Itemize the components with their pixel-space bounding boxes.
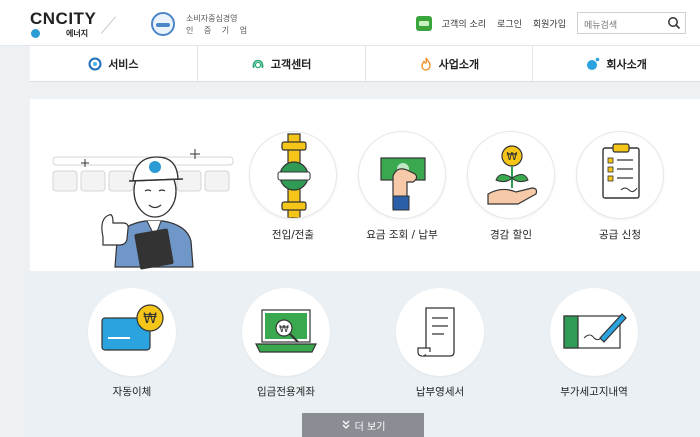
service-vat-notice-label: 부가세고지내역 — [560, 386, 628, 398]
site-header: CNCITY 에너지 소비자중심경영 인 증 기 업 고객의 소리 로그인 회원… — [0, 0, 700, 46]
logo-divider — [101, 16, 116, 34]
gas-pipe-icon — [277, 133, 311, 218]
double-chevron-down-icon — [342, 420, 350, 429]
svg-text:₩: ₩ — [143, 311, 157, 327]
laptop-won-icon: ₩ — [255, 309, 317, 353]
certification-badge-icon — [151, 12, 175, 36]
service-deposit-account-label: 입금전용계좌 — [257, 386, 315, 398]
clipboard-icon — [602, 143, 640, 199]
cert-line-2: 인 증 기 업 — [186, 26, 252, 35]
flame-icon — [420, 57, 431, 71]
svg-text:₩: ₩ — [279, 324, 289, 335]
customer-voice-link[interactable]: 고객의 소리 — [442, 17, 486, 30]
customer-voice-icon[interactable] — [415, 15, 432, 31]
pen-document-icon — [563, 313, 627, 349]
main-nav: 서비스 고객센터 사업소개 회사소개 — [30, 46, 700, 82]
nav-service-label: 서비스 — [108, 57, 139, 71]
nav-customer-center[interactable]: 고객센터 — [198, 46, 366, 81]
certification-text: 소비자중심경영 인 증 기 업 — [186, 13, 251, 37]
service-bill-payment[interactable]: 요금 조회 / 납부 — [358, 131, 446, 242]
nav-business[interactable]: 사업소개 — [366, 46, 534, 81]
service-vat-notice[interactable]: 부가세고지내역 — [550, 288, 638, 399]
search-input[interactable] — [578, 16, 658, 36]
plant-coin-icon: ₩ — [487, 145, 538, 205]
nav-service[interactable]: 서비스 — [30, 46, 198, 81]
service-icon — [88, 57, 102, 70]
service-auto-transfer[interactable]: ₩ 자동이체 — [88, 288, 176, 399]
top-nav: 고객의 소리 로그인 회원가입 — [415, 12, 686, 36]
logo-sub: 에너지 — [66, 29, 89, 38]
service-panel: 전입/전출 요금 조회 / 납부 ₩ 경감 할인 공급 신청 ₩ 자동이체 ₩ … — [30, 99, 700, 437]
logo-brand: CNCITY — [30, 9, 97, 28]
service-supply-request-label: 공급 신청 — [599, 229, 641, 241]
signup-link[interactable]: 회원가입 — [533, 17, 566, 30]
service-discount-label: 경감 할인 — [490, 229, 532, 241]
gas-worker-illustration — [52, 149, 234, 270]
svg-text:₩: ₩ — [507, 150, 518, 163]
cncity-logo[interactable]: CNCITY 에너지 — [30, 9, 97, 38]
card-won-icon: ₩ — [101, 304, 164, 351]
service-discount[interactable]: ₩ 경감 할인 — [467, 131, 555, 242]
bubble-icon — [587, 57, 600, 70]
search-box — [577, 12, 686, 36]
receipt-icon — [417, 307, 455, 357]
service-auto-transfer-label: 자동이체 — [112, 386, 152, 398]
nav-company[interactable]: 회사소개 — [533, 46, 700, 81]
service-move-in-out-label: 전입/전출 — [271, 229, 315, 241]
headset-icon — [252, 59, 264, 68]
nav-business-label: 사업소개 — [438, 57, 480, 71]
service-bill-payment-label: 요금 조회 / 납부 — [366, 229, 438, 241]
service-payment-receipt-label: 납부영세서 — [415, 386, 465, 398]
payment-hand-icon — [380, 157, 426, 211]
nav-company-label: 회사소개 — [606, 57, 647, 71]
logo-dot-icon — [31, 29, 40, 38]
service-payment-receipt[interactable]: 납부영세서 — [396, 288, 484, 399]
more-button-label: 더 보기 — [354, 421, 386, 433]
service-deposit-account[interactable]: ₩ 입금전용계좌 — [242, 288, 330, 399]
login-link[interactable]: 로그인 — [497, 17, 522, 30]
service-move-in-out[interactable]: 전입/전출 — [249, 131, 337, 242]
cert-line-1: 소비자중심경영 — [186, 14, 238, 23]
search-icon[interactable] — [667, 16, 681, 30]
more-button[interactable]: 더 보기 — [302, 413, 424, 437]
service-supply-request[interactable]: 공급 신청 — [576, 131, 664, 242]
nav-customer-center-label: 고객센터 — [270, 57, 312, 71]
